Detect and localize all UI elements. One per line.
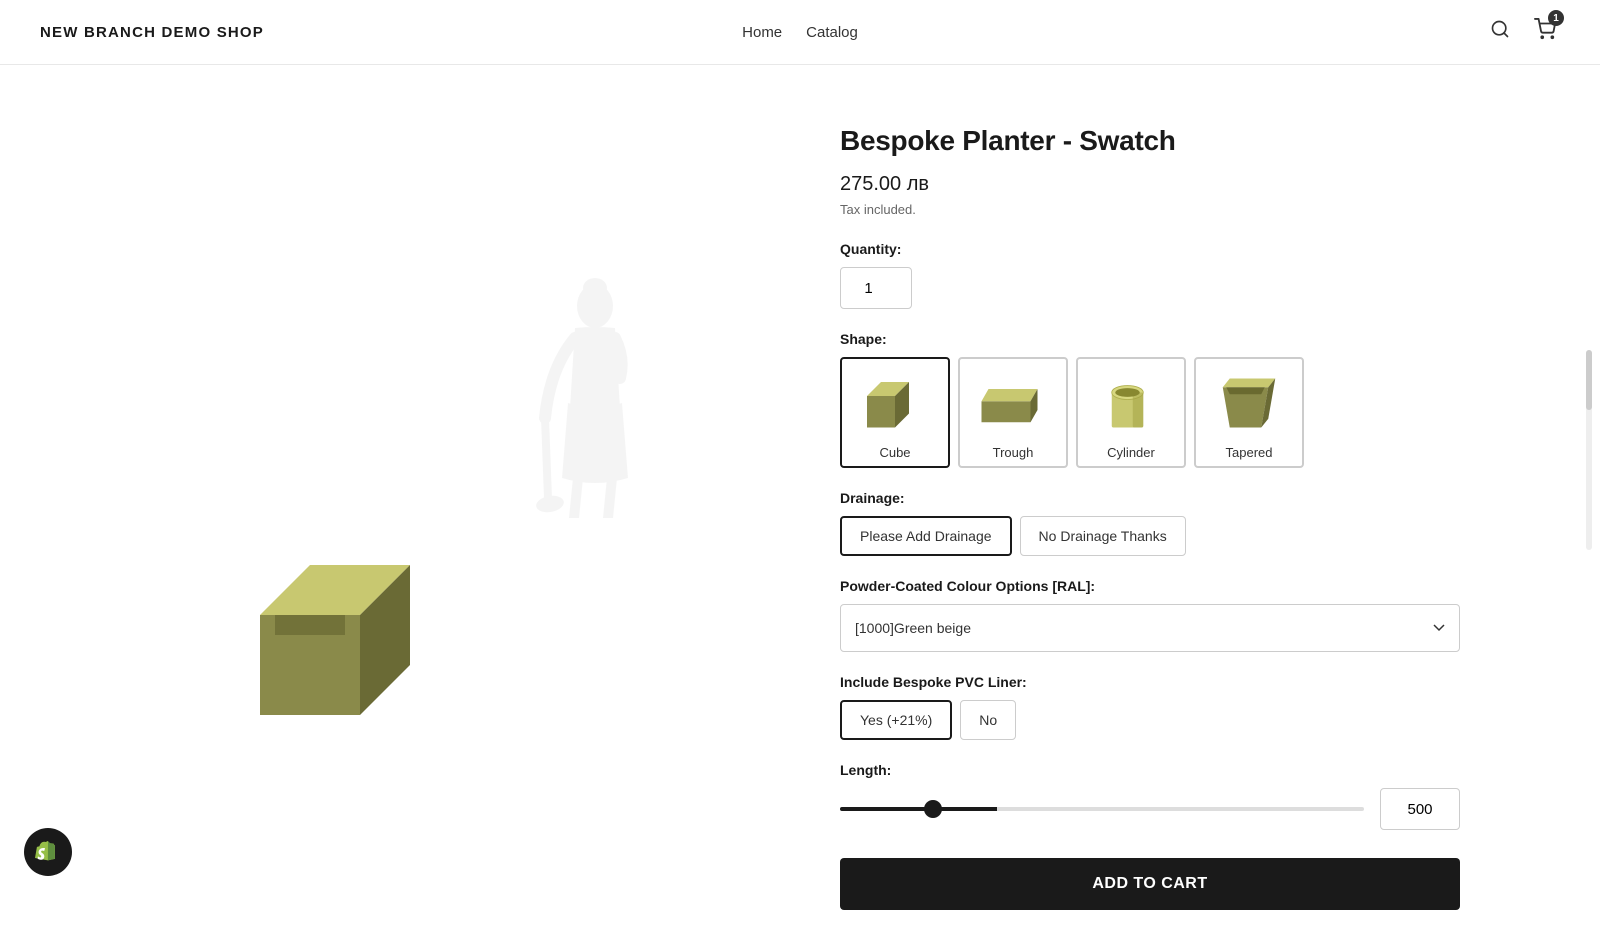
main-image — [140, 218, 780, 798]
liner-option-no[interactable]: No — [960, 700, 1016, 740]
shape-label: Shape: — [840, 331, 1460, 347]
drainage-option-none[interactable]: No Drainage Thanks — [1020, 516, 1186, 556]
liner-group: Include Bespoke PVC Liner: Yes (+21%) No — [840, 674, 1460, 740]
cube-shape-img — [859, 367, 931, 439]
search-button[interactable] — [1486, 15, 1514, 49]
length-label: Length: — [840, 762, 1460, 778]
tax-note: Tax included. — [840, 202, 1460, 217]
nav-home[interactable]: Home — [742, 24, 782, 41]
cube-illustration — [240, 535, 440, 738]
length-group: Length: — [840, 762, 1460, 830]
colour-group: Powder-Coated Colour Options [RAL]: [100… — [840, 578, 1460, 652]
nav-catalog[interactable]: Catalog — [806, 24, 858, 41]
colour-label: Powder-Coated Colour Options [RAL]: — [840, 578, 1460, 594]
search-icon — [1490, 19, 1510, 39]
header: NEW BRANCH DEMO SHOP Home Catalog 1 — [0, 0, 1600, 65]
liner-option-yes[interactable]: Yes (+21%) — [840, 700, 952, 740]
drainage-option-add[interactable]: Please Add Drainage — [840, 516, 1012, 556]
length-slider-container — [840, 788, 1460, 830]
add-to-cart-button[interactable]: ADD TO CART — [840, 858, 1460, 910]
drainage-group: Drainage: Please Add Drainage No Drainag… — [840, 490, 1460, 556]
scrollbar[interactable] — [1586, 350, 1592, 550]
product-price: 275.00 лв — [840, 173, 1460, 196]
quantity-group: Quantity: — [840, 241, 1460, 309]
quantity-input[interactable] — [840, 267, 912, 309]
header-icons: 1 — [1486, 14, 1560, 50]
colour-select[interactable]: [1000]Green beige [1001]Beige [1002]Sand… — [840, 604, 1460, 652]
cylinder-label: Cylinder — [1107, 445, 1155, 460]
shape-group: Shape: Cube — [840, 331, 1460, 468]
shopify-badge[interactable] — [24, 828, 72, 876]
liner-options: Yes (+21%) No — [840, 700, 1460, 740]
cylinder-shape-img — [1095, 367, 1167, 439]
shopify-icon — [34, 838, 62, 866]
quantity-label: Quantity: — [840, 241, 1460, 257]
drainage-label: Drainage: — [840, 490, 1460, 506]
drainage-options: Please Add Drainage No Drainage Thanks — [840, 516, 1460, 556]
trough-label: Trough — [993, 445, 1034, 460]
site-logo[interactable]: NEW BRANCH DEMO SHOP — [40, 24, 264, 41]
shape-swatch-trough[interactable]: Trough — [958, 357, 1068, 468]
page-content: Bespoke Planter - Swatch 275.00 лв Tax i… — [100, 65, 1500, 950]
shape-swatch-cylinder[interactable]: Cylinder — [1076, 357, 1186, 468]
product-details: Bespoke Planter - Swatch 275.00 лв Tax i… — [840, 105, 1460, 910]
shape-swatches: Cube Trough — [840, 357, 1460, 468]
length-slider[interactable] — [840, 807, 1364, 811]
scrollbar-thumb — [1586, 350, 1592, 410]
gardener-silhouette — [530, 278, 660, 521]
cube-label: Cube — [879, 445, 910, 460]
trough-shape-img — [977, 367, 1049, 439]
product-images — [140, 105, 780, 910]
cart-count: 1 — [1548, 10, 1564, 26]
main-nav: Home Catalog — [742, 24, 858, 41]
liner-label: Include Bespoke PVC Liner: — [840, 674, 1460, 690]
product-title: Bespoke Planter - Swatch — [840, 125, 1460, 157]
length-input[interactable] — [1380, 788, 1460, 830]
cart-button[interactable]: 1 — [1530, 14, 1560, 50]
shape-swatch-cube[interactable]: Cube — [840, 357, 950, 468]
tapered-shape-img — [1213, 367, 1285, 439]
shape-swatch-tapered[interactable]: Tapered — [1194, 357, 1304, 468]
tapered-label: Tapered — [1226, 445, 1273, 460]
